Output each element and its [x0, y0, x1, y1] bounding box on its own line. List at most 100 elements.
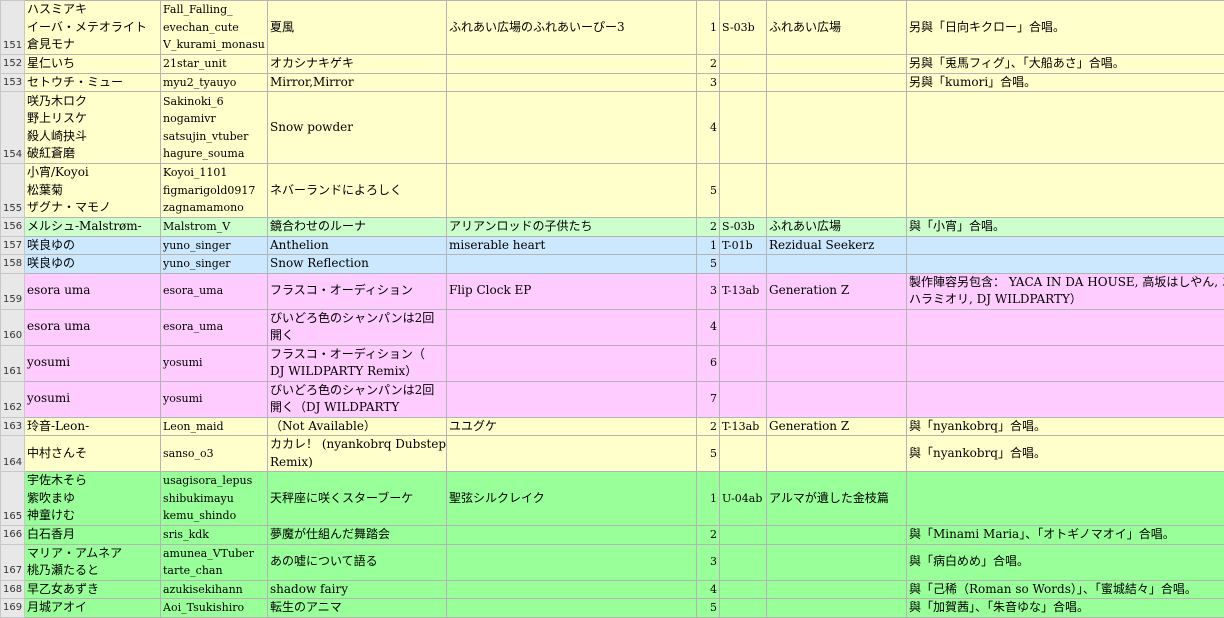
- cell-notes[interactable]: 另與「日向キクロー」合唱。: [907, 1, 1224, 55]
- cell-circle[interactable]: [767, 345, 907, 381]
- cell-track-number[interactable]: 2: [697, 55, 720, 74]
- cell-album[interactable]: [447, 55, 697, 74]
- cell-album[interactable]: [447, 436, 697, 472]
- cell-circle[interactable]: [767, 92, 907, 164]
- cell-album[interactable]: [447, 309, 697, 345]
- cell-booth[interactable]: T-01b: [720, 236, 767, 255]
- cell-circle[interactable]: Rezidual Seekerz: [767, 236, 907, 255]
- cell-album[interactable]: [447, 526, 697, 545]
- cell-song-title[interactable]: shadow fairy: [268, 580, 447, 599]
- cell-album[interactable]: ユユグケ: [447, 417, 697, 436]
- cell-track-number[interactable]: 2: [697, 417, 720, 436]
- cell-notes[interactable]: [907, 472, 1224, 526]
- cell-account-id[interactable]: Leon_maid: [161, 417, 268, 436]
- row-number[interactable]: 158: [1, 255, 25, 274]
- cell-notes[interactable]: 與「nyankobrq」合唱。: [907, 436, 1224, 472]
- cell-booth[interactable]: [720, 381, 767, 417]
- row-number[interactable]: 165: [1, 472, 25, 526]
- cell-notes[interactable]: 另與「兎馬フィグ」、「大船あさ」合唱。: [907, 55, 1224, 74]
- cell-notes[interactable]: 與「Minami Maria」、「オトギノマオイ」合唱。: [907, 526, 1224, 545]
- cell-notes[interactable]: [907, 164, 1224, 218]
- cell-vtuber-name[interactable]: マリア・アムネア桃乃瀬たると: [25, 544, 161, 580]
- cell-circle[interactable]: [767, 73, 907, 92]
- cell-booth[interactable]: [720, 345, 767, 381]
- cell-song-title[interactable]: （Not Available）: [268, 417, 447, 436]
- row-number[interactable]: 151: [1, 1, 25, 55]
- cell-song-title[interactable]: びいどろ色のシャンパンは2回開く: [268, 309, 447, 345]
- row-number[interactable]: 159: [1, 273, 25, 309]
- cell-vtuber-name[interactable]: esora uma: [25, 273, 161, 309]
- cell-account-id[interactable]: Koyoi_1101figmarigold0917zagnamamono: [161, 164, 268, 218]
- cell-account-id[interactable]: Aoi_Tsukishiro: [161, 599, 268, 618]
- table-row[interactable]: 160esora umaesora_umaびいどろ色のシャンパンは2回開く4: [1, 309, 1224, 345]
- cell-circle[interactable]: [767, 381, 907, 417]
- row-number[interactable]: 163: [1, 417, 25, 436]
- cell-song-title[interactable]: Anthelion: [268, 236, 447, 255]
- table-row[interactable]: 154咲乃木ロク野上リスケ殺人崎抉斗破紅蒼磨Sakinoki_6nogamivr…: [1, 92, 1224, 164]
- cell-vtuber-name[interactable]: 咲良ゆの: [25, 236, 161, 255]
- cell-notes[interactable]: 與「小宵」合唱。: [907, 218, 1224, 237]
- cell-notes[interactable]: [907, 255, 1224, 274]
- cell-booth[interactable]: T-13ab: [720, 417, 767, 436]
- cell-booth[interactable]: [720, 255, 767, 274]
- cell-song-title[interactable]: フラスコ・オーディション（DJ WILDPARTY Remix）: [268, 345, 447, 381]
- cell-vtuber-name[interactable]: 咲良ゆの: [25, 255, 161, 274]
- cell-album[interactable]: [447, 255, 697, 274]
- cell-account-id[interactable]: myu2_tyauyo: [161, 73, 268, 92]
- cell-song-title[interactable]: 天秤座に咲くスターブーケ: [268, 472, 447, 526]
- cell-song-title[interactable]: Snow Reflection: [268, 255, 447, 274]
- cell-booth[interactable]: S-03b: [720, 1, 767, 55]
- cell-circle[interactable]: [767, 436, 907, 472]
- cell-vtuber-name[interactable]: 咲乃木ロク野上リスケ殺人崎抉斗破紅蒼磨: [25, 92, 161, 164]
- cell-album[interactable]: [447, 92, 697, 164]
- cell-account-id[interactable]: amunea_VTubertarte_chan: [161, 544, 268, 580]
- cell-track-number[interactable]: 5: [697, 436, 720, 472]
- cell-circle[interactable]: アルマが遺した金枝篇: [767, 472, 907, 526]
- row-number[interactable]: 164: [1, 436, 25, 472]
- cell-booth[interactable]: U-04ab: [720, 472, 767, 526]
- cell-album[interactable]: [447, 599, 697, 618]
- row-number[interactable]: 169: [1, 599, 25, 618]
- cell-album[interactable]: [447, 580, 697, 599]
- cell-circle[interactable]: [767, 544, 907, 580]
- cell-booth[interactable]: S-03b: [720, 218, 767, 237]
- row-number[interactable]: 152: [1, 55, 25, 74]
- cell-account-id[interactable]: usagisora_lepusshibukimayukemu_shindo: [161, 472, 268, 526]
- cell-vtuber-name[interactable]: 星仁いち: [25, 55, 161, 74]
- cell-track-number[interactable]: 3: [697, 73, 720, 92]
- row-number[interactable]: 153: [1, 73, 25, 92]
- cell-song-title[interactable]: 夢魔が仕組んだ舞踏会: [268, 526, 447, 545]
- row-number[interactable]: 168: [1, 580, 25, 599]
- cell-album[interactable]: Flip Clock EP: [447, 273, 697, 309]
- cell-track-number[interactable]: 1: [697, 472, 720, 526]
- cell-album[interactable]: アリアンロッドの子供たち: [447, 218, 697, 237]
- cell-notes[interactable]: 另與「kumori」合唱。: [907, 73, 1224, 92]
- cell-circle[interactable]: [767, 309, 907, 345]
- cell-song-title[interactable]: 鏡合わせのルーナ: [268, 218, 447, 237]
- cell-song-title[interactable]: ネバーランドによろしく: [268, 164, 447, 218]
- cell-song-title[interactable]: Snow powder: [268, 92, 447, 164]
- cell-circle[interactable]: [767, 580, 907, 599]
- cell-track-number[interactable]: 3: [697, 273, 720, 309]
- cell-notes[interactable]: 與「加賀茜」、「朱音ゆな」合唱。: [907, 599, 1224, 618]
- cell-circle[interactable]: [767, 255, 907, 274]
- cell-song-title[interactable]: 夏風: [268, 1, 447, 55]
- cell-booth[interactable]: [720, 55, 767, 74]
- cell-account-id[interactable]: Sakinoki_6nogamivrsatsujin_vtuberhagure_…: [161, 92, 268, 164]
- table-row[interactable]: 166白石香月sris_kdk夢魔が仕組んだ舞踏会2與「Minami Maria…: [1, 526, 1224, 545]
- cell-account-id[interactable]: yosumi: [161, 381, 268, 417]
- table-row[interactable]: 161yosumiyosumiフラスコ・オーディション（DJ WILDPARTY…: [1, 345, 1224, 381]
- cell-account-id[interactable]: azukisekihann: [161, 580, 268, 599]
- cell-album[interactable]: [447, 544, 697, 580]
- cell-vtuber-name[interactable]: ハスミアキイーバ・メテオライト倉見モナ: [25, 1, 161, 55]
- table-row[interactable]: 162yosumiyosumiびいどろ色のシャンパンは2回開く（DJ WILDP…: [1, 381, 1224, 417]
- cell-circle[interactable]: [767, 599, 907, 618]
- cell-booth[interactable]: [720, 92, 767, 164]
- cell-vtuber-name[interactable]: 早乙女あずき: [25, 580, 161, 599]
- row-number[interactable]: 155: [1, 164, 25, 218]
- cell-circle[interactable]: ふれあい広場: [767, 1, 907, 55]
- cell-vtuber-name[interactable]: 玲音-Leon-: [25, 417, 161, 436]
- cell-account-id[interactable]: sanso_o3: [161, 436, 268, 472]
- table-row[interactable]: 155小宵/Koyoi松葉菊ザグナ・マモノKoyoi_1101figmarigo…: [1, 164, 1224, 218]
- cell-circle[interactable]: [767, 526, 907, 545]
